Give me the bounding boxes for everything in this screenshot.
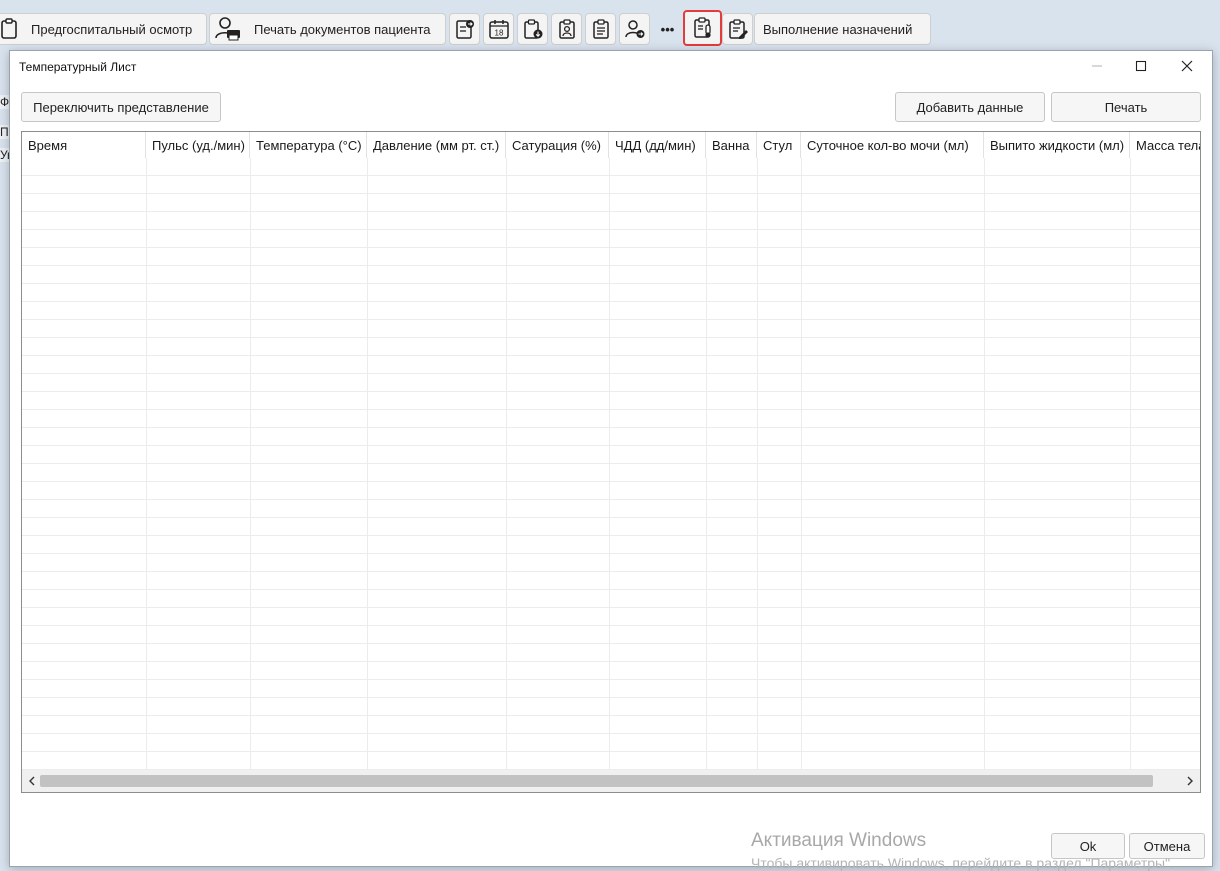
clipboard-person-button[interactable] <box>551 13 582 45</box>
add-data-button[interactable]: Добавить данные <box>895 92 1045 122</box>
clipboard-list-button[interactable] <box>585 13 616 45</box>
dialog-titlebar: Температурный Лист <box>10 51 1212 83</box>
clipboard-download-button[interactable] <box>517 13 548 45</box>
background-text-2: П <box>0 125 9 139</box>
calendar-button[interactable]: 18 <box>483 13 514 45</box>
windows-activation-watermark: Активация Windows <box>751 830 927 851</box>
assignments-execution-label: Выполнение назначений <box>763 21 913 37</box>
windows-activation-subtitle: Чтобы активировать Windows, перейдите в … <box>751 855 1174 871</box>
temperature-sheet-button[interactable] <box>683 10 722 46</box>
column-divider <box>367 158 368 770</box>
column-header-stool[interactable]: Стул <box>757 132 801 158</box>
clipboard-icon <box>1 18 17 39</box>
close-icon <box>1181 60 1193 72</box>
column-divider <box>801 158 802 770</box>
column-header-saturation[interactable]: Сатурация (%) <box>506 132 609 158</box>
column-header-fluid-intake[interactable]: Выпито жидкости (мл) <box>984 132 1130 158</box>
column-header-pressure[interactable]: Давление (мм рт. ст.) <box>367 132 506 158</box>
chevron-right-icon <box>1187 776 1193 786</box>
column-header-time[interactable]: Время <box>22 132 146 158</box>
clipboard-list-icon <box>592 19 609 39</box>
scrollbar-thumb[interactable] <box>40 775 1153 787</box>
clipboard-edit-button[interactable] <box>722 13 753 45</box>
print-patient-docs-button[interactable]: Печать документов пациента <box>209 13 446 45</box>
switch-view-button[interactable]: Переключить представление <box>21 92 221 122</box>
column-divider <box>609 158 610 770</box>
temperature-grid[interactable]: Время Пульс (уд./мин) Температура (°С) Д… <box>21 131 1201 793</box>
print-patient-docs-label: Печать документов пациента <box>254 21 431 37</box>
print-button[interactable]: Печать <box>1051 92 1201 122</box>
more-button[interactable]: ••• <box>652 13 683 45</box>
document-arrow-button[interactable] <box>449 13 480 45</box>
column-divider <box>1130 158 1131 770</box>
clipboard-person-icon <box>558 19 575 39</box>
column-header-body-mass[interactable]: Масса тела <box>1130 132 1200 158</box>
background-text-1: Ф <box>0 95 10 109</box>
chevron-left-icon <box>29 776 35 786</box>
calendar-icon: 18 <box>488 20 509 39</box>
pre-hospital-exam-label: Предгоспитальный осмотр <box>31 21 193 37</box>
column-header-daily-urine[interactable]: Суточное кол-во мочи (мл) <box>801 132 984 158</box>
scroll-left-button[interactable] <box>24 773 40 789</box>
column-header-respiratory-rate[interactable]: ЧДД (дд/мин) <box>609 132 706 158</box>
user-transfer-button[interactable] <box>619 13 650 45</box>
more-dots-icon: ••• <box>660 21 675 37</box>
column-divider <box>757 158 758 770</box>
column-header-temperature[interactable]: Температура (°С) <box>250 132 367 158</box>
user-print-icon <box>215 17 240 41</box>
pre-hospital-exam-button[interactable]: Предгоспитальный осмотр <box>0 13 207 45</box>
column-divider <box>250 158 251 770</box>
grid-body[interactable] <box>22 158 1200 770</box>
minimize-icon <box>1092 65 1102 67</box>
document-arrow-icon <box>455 20 474 39</box>
scroll-right-button[interactable] <box>1182 773 1198 789</box>
minimize-button[interactable] <box>1074 51 1120 81</box>
calendar-day-text: 18 <box>494 29 503 38</box>
clipboard-download-icon <box>523 19 542 39</box>
close-button[interactable] <box>1164 51 1210 81</box>
dialog-title: Температурный Лист <box>19 60 137 74</box>
clipboard-thermometer-icon <box>693 17 711 38</box>
assignments-execution-button[interactable]: Выполнение назначений <box>754 13 931 45</box>
column-header-pulse[interactable]: Пульс (уд./мин) <box>146 132 250 158</box>
temperature-sheet-dialog: Температурный Лист Переключить представл… <box>9 50 1213 867</box>
user-arrow-icon <box>624 20 644 38</box>
column-divider <box>506 158 507 770</box>
maximize-button[interactable] <box>1118 51 1164 81</box>
horizontal-scrollbar[interactable] <box>22 770 1200 792</box>
column-divider <box>706 158 707 770</box>
maximize-icon <box>1135 60 1147 72</box>
app-toolbar: Предгоспитальный осмотр Печать документо… <box>0 0 1220 50</box>
column-header-bath[interactable]: Ванна <box>706 132 757 158</box>
grid-header: Время Пульс (уд./мин) Температура (°С) Д… <box>22 132 1200 158</box>
column-divider <box>146 158 147 770</box>
column-divider <box>984 158 985 770</box>
clipboard-edit-icon <box>728 19 748 39</box>
